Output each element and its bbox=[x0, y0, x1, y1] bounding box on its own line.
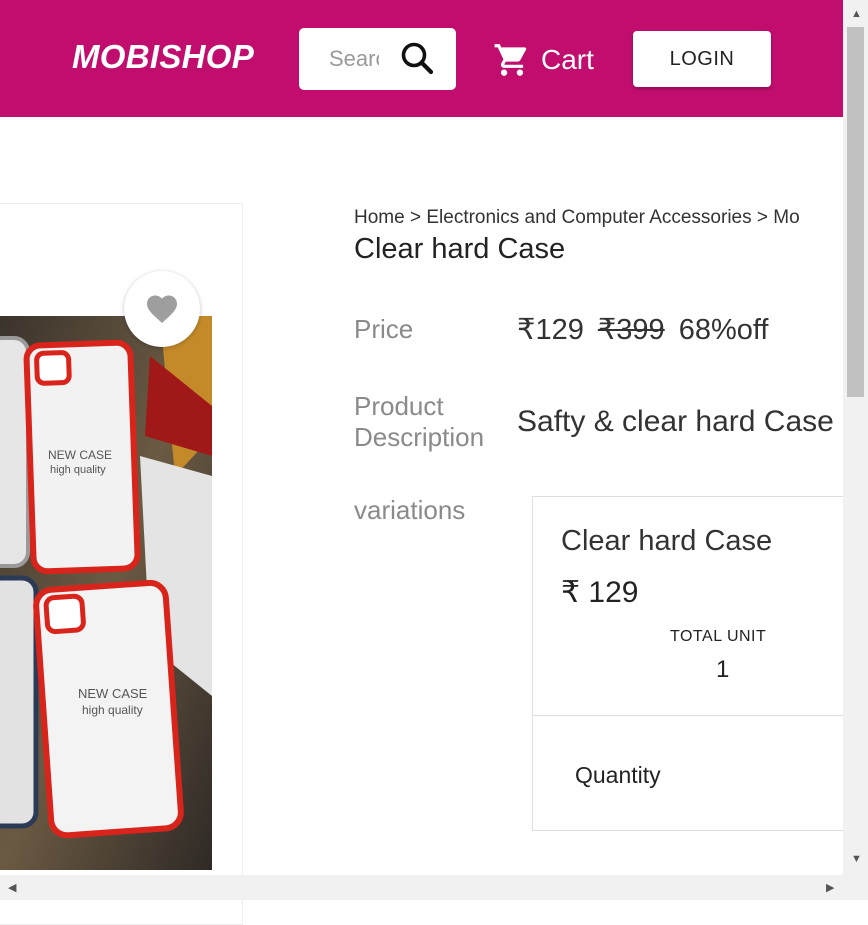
description-label-line: Product bbox=[354, 391, 444, 421]
breadcrumb-subcategory[interactable]: Mo bbox=[773, 207, 799, 228]
cart-icon bbox=[494, 44, 527, 76]
header-bar: MOBISHOP Cart LOGIN bbox=[0, 0, 843, 117]
favorite-button[interactable] bbox=[124, 271, 200, 347]
search-icon bbox=[401, 42, 434, 75]
vertical-scroll-thumb[interactable] bbox=[847, 27, 864, 397]
search-box bbox=[299, 28, 456, 90]
case-text: high quality bbox=[82, 703, 143, 717]
product-description: Safty & clear hard Case bbox=[517, 405, 834, 438]
price-row: ₹129 ₹399 68%off bbox=[517, 312, 768, 347]
discount-badge: 68%off bbox=[678, 314, 769, 346]
scroll-right-arrow-icon[interactable]: ▶ bbox=[826, 881, 834, 894]
case-text: NEW CASE bbox=[48, 448, 112, 462]
price-label: Price bbox=[354, 314, 414, 344]
scroll-up-arrow-icon[interactable]: ▲ bbox=[851, 8, 862, 20]
horizontal-scrollbar[interactable] bbox=[0, 875, 868, 900]
search-button[interactable] bbox=[397, 38, 439, 80]
scroll-down-arrow-icon[interactable]: ▼ bbox=[851, 853, 862, 865]
heart-icon bbox=[147, 295, 177, 324]
breadcrumb: Home > Electronics and Computer Accessor… bbox=[354, 207, 844, 229]
variation-card: Clear hard Case ₹ 129 TOTAL UNIT 1 Quant… bbox=[532, 496, 868, 831]
variation-name: Clear hard Case bbox=[561, 525, 773, 557]
phone-cases-photo: NEW CASE high quality NEW CASE high qual… bbox=[0, 316, 212, 870]
total-unit-value: 1 bbox=[716, 656, 730, 683]
original-price: ₹399 bbox=[597, 314, 665, 346]
product-image[interactable]: NEW CASE high quality NEW CASE high qual… bbox=[0, 316, 212, 870]
search-input[interactable] bbox=[313, 42, 379, 76]
cart-link[interactable]: Cart bbox=[493, 40, 594, 80]
breadcrumb-category[interactable]: Electronics and Computer Accessories bbox=[426, 207, 751, 228]
quantity-label: Quantity bbox=[575, 762, 661, 788]
cart-label: Cart bbox=[541, 44, 594, 75]
product-title: Clear hard Case bbox=[354, 233, 566, 265]
description-label-line: Description bbox=[354, 422, 485, 452]
total-unit-label: TOTAL UNIT bbox=[670, 628, 767, 645]
breadcrumb-separator: > bbox=[409, 207, 422, 228]
case-text: high quality bbox=[50, 464, 106, 476]
login-button[interactable]: LOGIN bbox=[633, 31, 771, 87]
logo[interactable]: MOBISHOP bbox=[72, 38, 254, 76]
sale-price: ₹129 bbox=[517, 314, 584, 346]
variation-option[interactable]: Clear hard Case ₹ 129 TOTAL UNIT 1 bbox=[533, 497, 868, 716]
variation-price: ₹ 129 bbox=[561, 576, 639, 609]
description-label: Product Description bbox=[354, 391, 484, 453]
breadcrumb-home[interactable]: Home bbox=[354, 207, 405, 228]
case-text: NEW CASE bbox=[78, 686, 148, 701]
variations-label: variations bbox=[354, 495, 466, 525]
breadcrumb-separator: > bbox=[756, 207, 769, 228]
scroll-left-arrow-icon[interactable]: ◀ bbox=[8, 881, 16, 894]
